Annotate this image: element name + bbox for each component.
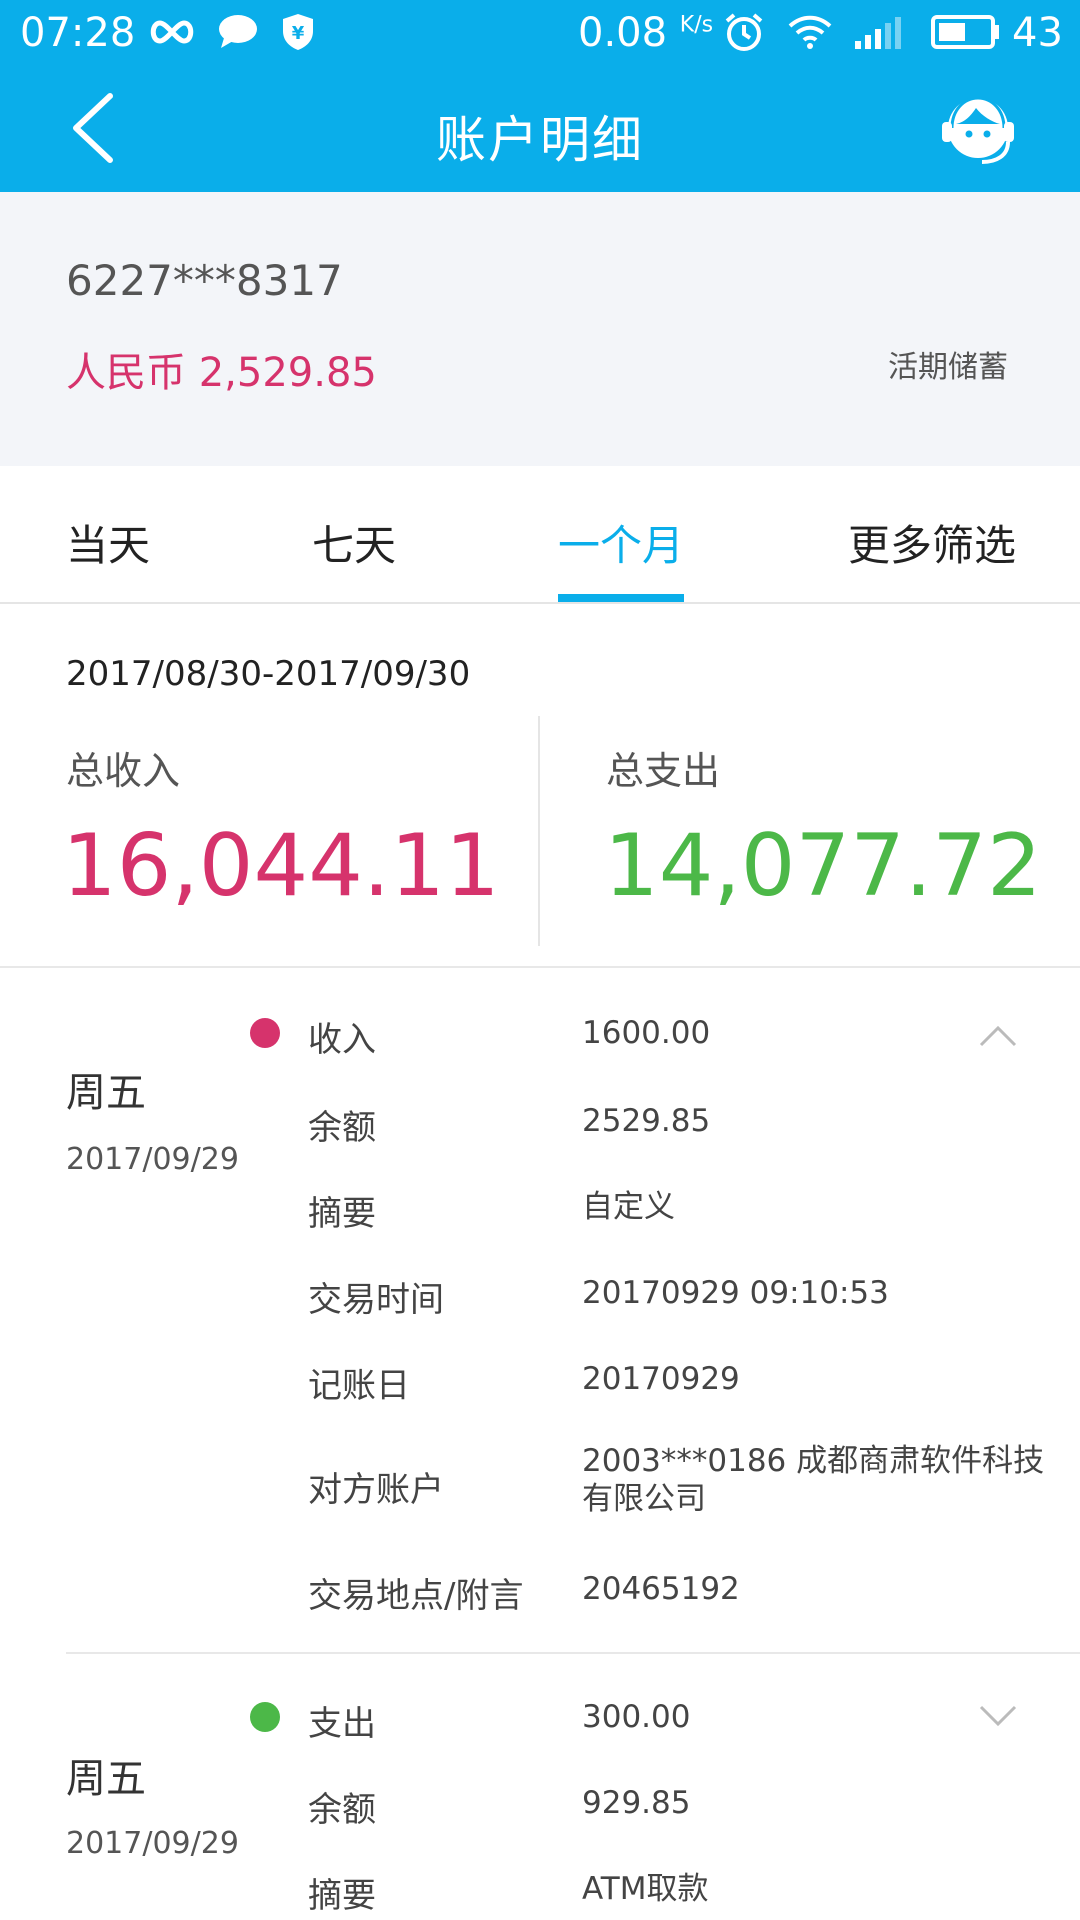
chevron-up-icon[interactable] — [978, 1024, 1018, 1048]
transaction-weekday: 周五 — [66, 1756, 146, 1802]
total-income-label: 总收入 — [66, 749, 181, 793]
transaction-item[interactable]: 周五 2017/09/29 收入 1600.00 余额 2529.85 摘要 自… — [0, 968, 1080, 1654]
row-value-summary: ATM取款 — [582, 1871, 709, 1907]
row-label-time: 交易时间 — [308, 1280, 444, 1320]
customer-service-icon — [942, 96, 1014, 164]
tab-more-filters[interactable]: 更多筛选 — [848, 512, 1016, 573]
shield-yen-icon: ¥ — [280, 14, 316, 50]
account-type: 活期储蓄 — [888, 350, 1008, 385]
row-label-counterparty: 对方账户 — [308, 1470, 444, 1510]
period-tabs: 当天 七天 一个月 更多筛选 — [0, 466, 1080, 604]
network-speed-value: 0.08 — [578, 10, 668, 56]
tab-one-month[interactable]: 一个月 — [558, 512, 684, 573]
row-label-posting-date: 记账日 — [308, 1366, 410, 1406]
row-label-balance: 余额 — [308, 1790, 376, 1830]
period-summary: 2017/08/30-2017/09/30 总收入 16,044.11 总支出 … — [0, 604, 1080, 968]
row-label-summary: 摘要 — [308, 1876, 376, 1916]
network-speed-unit: K/s — [679, 12, 714, 38]
summary-divider — [538, 716, 540, 946]
network-speed: 0.08 K/s — [578, 10, 713, 56]
transaction-date: 2017/09/29 — [66, 1826, 239, 1861]
row-value-location: 20465192 — [582, 1571, 740, 1607]
header: 账户明细 — [0, 66, 1080, 192]
status-bar: 07:28 ¥ 0.08 K/s 43 — [0, 0, 1080, 66]
wifi-icon — [788, 14, 832, 50]
account-balance: 人民币 2,529.85 — [66, 350, 377, 396]
account-number: 6227***8317 — [66, 256, 343, 305]
transaction-weekday: 周五 — [66, 1070, 146, 1116]
total-expense-label: 总支出 — [606, 749, 721, 793]
transaction-item[interactable]: 周五 2017/09/29 支出 300.00 余额 929.85 摘要 ATM… — [0, 1654, 1080, 1920]
total-expense-value: 14,077.72 — [604, 816, 1042, 916]
income-dot — [250, 1018, 280, 1048]
row-label-balance: 余额 — [308, 1108, 376, 1148]
row-value-time: 20170929 09:10:53 — [582, 1275, 889, 1311]
tab-seven-days[interactable]: 七天 — [312, 512, 396, 573]
active-tab-indicator — [558, 594, 684, 602]
signal-icon — [852, 14, 912, 50]
battery-icon — [930, 14, 1002, 50]
row-value-summary: 自定义 — [582, 1189, 675, 1225]
row-label-location: 交易地点/附言 — [308, 1576, 524, 1616]
transaction-date: 2017/09/29 — [66, 1142, 239, 1177]
tab-today[interactable]: 当天 — [66, 512, 150, 573]
chevron-down-icon[interactable] — [978, 1704, 1018, 1728]
date-range: 2017/08/30-2017/09/30 — [66, 654, 471, 694]
row-label-type: 支出 — [308, 1704, 376, 1744]
total-income-value: 16,044.11 — [62, 816, 500, 916]
status-time: 07:28 — [20, 10, 136, 56]
svg-text:¥: ¥ — [292, 23, 305, 44]
row-value-balance: 929.85 — [582, 1785, 691, 1821]
expense-dot — [250, 1702, 280, 1732]
customer-service-button[interactable] — [938, 88, 1018, 168]
row-value-counterparty: 2003***0186 成都商肃软件科技有限公司 — [582, 1443, 1045, 1517]
row-label-summary: 摘要 — [308, 1194, 376, 1234]
row-value-balance: 2529.85 — [582, 1103, 711, 1139]
battery-percent: 43 — [1012, 10, 1063, 56]
account-card: 6227***8317 人民币 2,529.85 活期储蓄 — [0, 192, 1080, 466]
infinity-icon — [146, 14, 198, 50]
top-bar: 07:28 ¥ 0.08 K/s 43 账户明细 — [0, 0, 1080, 192]
row-label-type: 收入 — [308, 1020, 376, 1060]
row-value-posting-date: 20170929 — [582, 1361, 740, 1397]
page-title: 账户明细 — [436, 111, 644, 169]
alarm-icon — [722, 13, 766, 51]
message-icon — [218, 14, 258, 50]
